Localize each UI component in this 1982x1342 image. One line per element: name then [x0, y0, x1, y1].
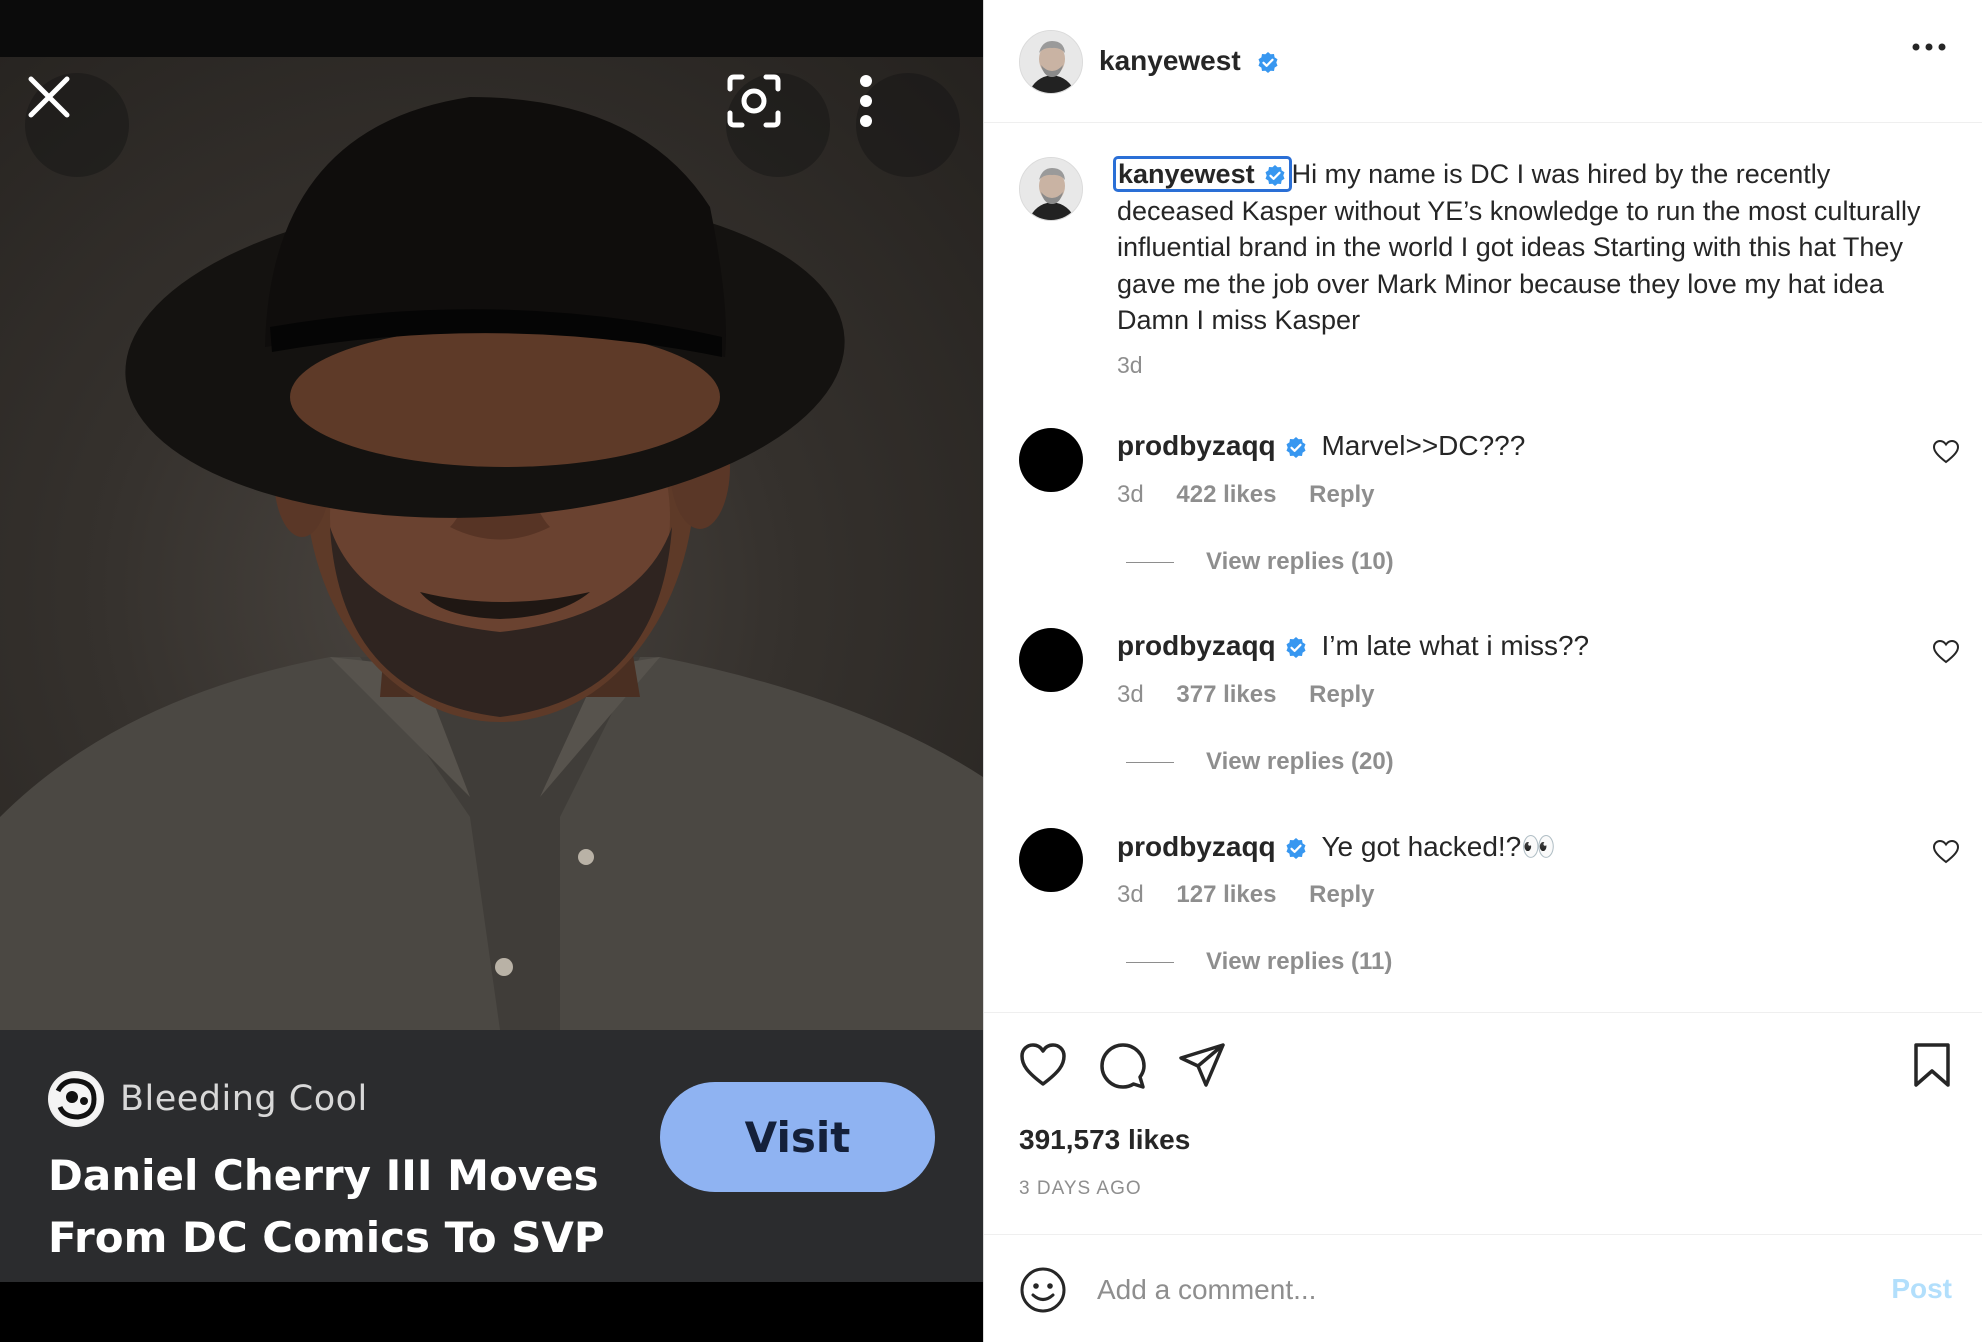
view-replies-label[interactable]: View replies (10) — [1206, 548, 1394, 576]
verified-badge-icon — [1258, 51, 1278, 73]
reply-button[interactable]: Reply — [1309, 881, 1374, 908]
commenter-username[interactable]: prodbyzaqq — [1117, 630, 1276, 661]
avatar-image — [1020, 31, 1082, 93]
caption-timestamp: 3d — [1117, 352, 1143, 378]
commenter-username[interactable]: prodbyzaqq — [1117, 430, 1276, 461]
media-viewer: Bleeding Cool Daniel Cherry III Moves Fr… — [0, 0, 983, 1342]
comment-line: prodbyzaqq Ye got hacked!?👀 — [1117, 830, 1556, 863]
replies-dash — [1126, 561, 1174, 563]
avatar-image — [1020, 158, 1082, 220]
post-comment-button[interactable]: Post — [1891, 1273, 1952, 1305]
caption-username[interactable]: kanyewest — [1118, 159, 1255, 189]
comment-icon[interactable] — [1099, 1042, 1147, 1090]
visit-button[interactable]: Visit — [660, 1082, 935, 1192]
replies-dash — [1126, 961, 1174, 963]
commenter-avatar[interactable] — [1019, 828, 1083, 892]
media-top-strip — [0, 0, 983, 57]
comment-item: prodbyzaqq Ye got hacked!?👀 3d 127 likes… — [984, 828, 1982, 1028]
replies-dash — [1126, 761, 1174, 763]
close-icon — [28, 76, 70, 118]
view-replies-button[interactable]: View replies (20) — [1126, 748, 1394, 776]
verified-badge-icon — [1286, 436, 1306, 458]
post-caption: kanyewest Hi my name is DC I was hired by… — [1113, 156, 1937, 339]
comment-likes[interactable]: 127 likes — [1176, 881, 1276, 908]
lens-icon — [727, 74, 781, 128]
comment-item: prodbyzaqq I’m late what i miss?? 3d 377… — [984, 628, 1982, 828]
share-icon[interactable] — [1178, 1042, 1226, 1088]
caption-username-selected[interactable]: kanyewest — [1113, 156, 1292, 192]
author-username-row[interactable]: kanyewest — [1099, 45, 1280, 77]
comment-line: prodbyzaqq I’m late what i miss?? — [1117, 630, 1589, 662]
divider — [984, 1012, 1982, 1013]
view-replies-button[interactable]: View replies (11) — [1126, 948, 1392, 976]
comment-likes[interactable]: 422 likes — [1176, 481, 1276, 508]
commenter-username[interactable]: prodbyzaqq — [1117, 831, 1276, 862]
comment-time: 3d — [1117, 881, 1144, 908]
more-horizontal-icon[interactable] — [1911, 42, 1947, 52]
comment-time: 3d — [1117, 481, 1144, 508]
caption-avatar[interactable] — [1019, 157, 1083, 221]
bleeding-cool-logo-icon — [50, 1073, 102, 1125]
lens-button[interactable] — [726, 73, 830, 177]
comment-meta: 3d 422 likes Reply — [1117, 481, 1401, 509]
comment-like-heart-icon[interactable] — [1933, 840, 1959, 864]
comment-item: prodbyzaqq Marvel>>DC??? 3d 422 likes Re… — [984, 428, 1982, 628]
divider — [984, 1234, 1982, 1235]
emoji-icon[interactable] — [1019, 1266, 1067, 1314]
comment-meta: 3d 127 likes Reply — [1117, 881, 1401, 909]
more-options-button[interactable] — [856, 73, 960, 177]
comment-time: 3d — [1117, 681, 1144, 708]
view-replies-button[interactable]: View replies (10) — [1126, 548, 1394, 576]
comment-text: Marvel>>DC??? — [1321, 430, 1526, 461]
view-replies-label[interactable]: View replies (20) — [1206, 748, 1394, 776]
comment-text: I’m late what i miss?? — [1321, 630, 1590, 661]
post-header: kanyewest — [984, 0, 1982, 123]
portrait-illustration — [0, 97, 983, 1030]
author-username[interactable]: kanyewest — [1099, 45, 1241, 76]
reply-button[interactable]: Reply — [1309, 481, 1374, 508]
author-avatar[interactable] — [1019, 30, 1083, 94]
verified-badge-icon — [1265, 164, 1285, 186]
comment-like-heart-icon[interactable] — [1933, 640, 1959, 664]
more-vertical-icon — [860, 75, 872, 127]
comment-meta: 3d 377 likes Reply — [1117, 681, 1401, 709]
verified-badge-icon — [1286, 837, 1306, 859]
likes-count[interactable]: 391,573 likes — [1019, 1124, 1190, 1156]
verified-badge-icon — [1286, 636, 1306, 658]
source-logo — [48, 1071, 104, 1127]
screen: Bleeding Cool Daniel Cherry III Moves Fr… — [0, 0, 1982, 1342]
media-bottom-strip — [0, 1282, 983, 1342]
post-date: 3 DAYS AGO — [1019, 1178, 1142, 1199]
post-photo — [0, 57, 983, 1030]
commenter-avatar[interactable] — [1019, 428, 1083, 492]
comment-text: Ye got hacked!?👀 — [1321, 831, 1557, 862]
post-panel: kanyewest kanyewest Hi my name is DC I w… — [983, 0, 1982, 1342]
reply-button[interactable]: Reply — [1309, 681, 1374, 708]
add-comment-input[interactable] — [1097, 1268, 1817, 1312]
comment-likes[interactable]: 377 likes — [1176, 681, 1276, 708]
heart-icon[interactable] — [1019, 1042, 1067, 1088]
view-replies-label[interactable]: View replies (11) — [1206, 948, 1392, 976]
commenter-avatar[interactable] — [1019, 628, 1083, 692]
comment-like-heart-icon[interactable] — [1933, 440, 1959, 464]
comment-line: prodbyzaqq Marvel>>DC??? — [1117, 430, 1525, 462]
close-button[interactable] — [25, 73, 129, 177]
source-name: Bleeding Cool — [120, 1079, 368, 1119]
bookmark-icon[interactable] — [1912, 1042, 1952, 1088]
